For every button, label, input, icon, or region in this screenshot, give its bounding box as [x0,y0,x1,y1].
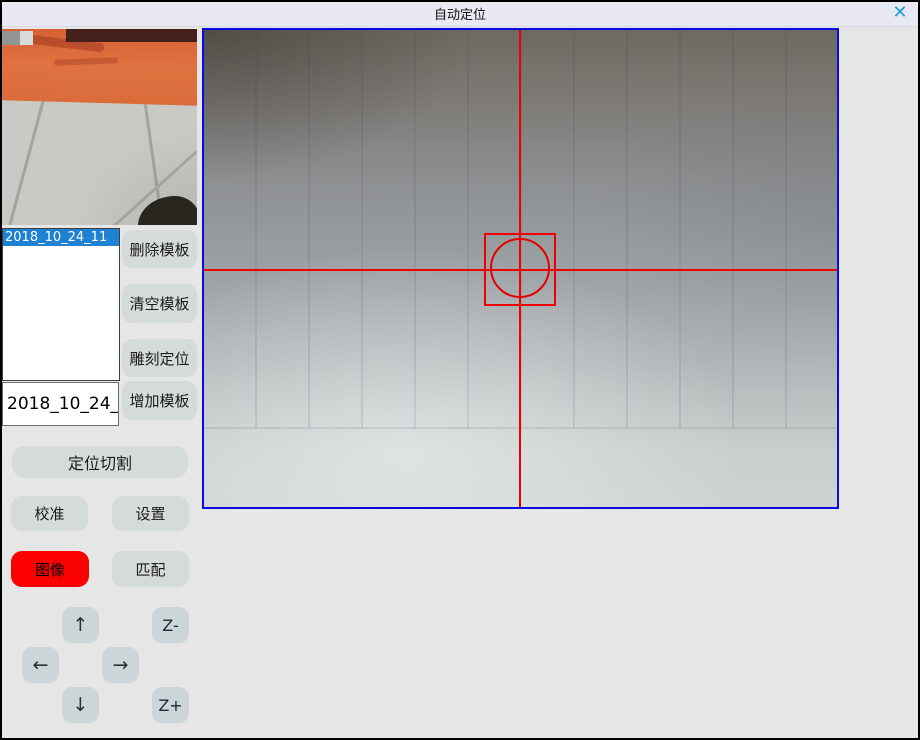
template-list-item-selected[interactable]: 2018_10_24_11 [3,229,119,246]
jog-left-button[interactable]: ← [22,647,59,683]
jog-right-button[interactable]: → [102,647,139,683]
down-arrow-icon: ↓ [73,694,89,716]
gray-patch [2,31,20,45]
clear-templates-button[interactable]: 清空模板 [122,284,197,323]
camera-view[interactable] [202,28,839,509]
position-cut-button[interactable]: 定位切割 [12,446,188,478]
roi-circle [490,238,550,298]
title-bar: 自动定位 [0,0,920,27]
delete-template-button[interactable]: 删除模板 [122,230,197,268]
up-arrow-icon: ↑ [73,614,89,636]
close-icon: ✕ [892,4,907,22]
auto-position-dialog: 自动定位 ✕ 2018_10_24_11 删除模板 清空模板 雕刻定位 增加模板… [0,0,920,740]
close-button[interactable]: ✕ [889,2,911,24]
white-patch [20,31,33,45]
template-preview-image [2,29,197,225]
left-arrow-icon: ← [33,654,49,676]
settings-button[interactable]: 设置 [112,496,189,531]
dialog-title: 自动定位 [434,4,486,23]
template-name-input[interactable] [2,382,119,426]
calibrate-button[interactable]: 校准 [11,496,88,531]
z-minus-button[interactable]: Z- [152,607,189,643]
match-button[interactable]: 匹配 [112,551,189,587]
dark-bar [66,29,197,42]
beam-streak [54,57,118,66]
image-button[interactable]: 图像 [11,551,89,587]
engrave-position-button[interactable]: 雕刻定位 [122,339,197,377]
template-list[interactable]: 2018_10_24_11 [2,228,120,381]
jog-down-button[interactable]: ↓ [62,687,99,723]
jog-up-button[interactable]: ↑ [62,607,99,643]
add-template-button[interactable]: 增加模板 [122,381,197,420]
z-plus-button[interactable]: Z+ [152,687,189,723]
right-arrow-icon: → [113,654,129,676]
